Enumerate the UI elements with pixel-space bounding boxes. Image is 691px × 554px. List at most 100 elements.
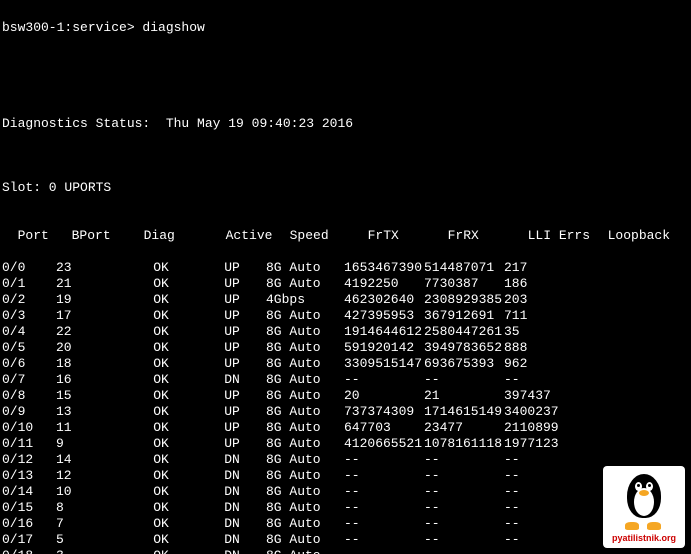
cell-lli: 888 (504, 340, 584, 356)
cell-lli: -- (504, 452, 584, 468)
cell-diag: OK (120, 420, 202, 436)
cell-frtx: 647703 (344, 420, 424, 436)
table-row: 0/121OKUP8G Auto41922507730387186 (2, 276, 689, 292)
blank-line (2, 52, 689, 68)
cell-diag: OK (120, 308, 202, 324)
cell-frrx: 21 (424, 388, 504, 404)
cell-bport: 22 (56, 324, 120, 340)
cell-active: UP (202, 388, 262, 404)
cell-speed: 8G Auto (262, 340, 344, 356)
cell-port: 0/0 (2, 260, 56, 276)
cell-bport: 5 (56, 532, 120, 548)
cell-active: UP (202, 308, 262, 324)
cell-speed: 8G Auto (262, 484, 344, 500)
cell-active: UP (202, 436, 262, 452)
cell-port: 0/5 (2, 340, 56, 356)
cell-diag: OK (120, 388, 202, 404)
cell-port: 0/9 (2, 404, 56, 420)
cell-lli: 3400237 (504, 404, 584, 420)
cell-frtx: -- (344, 372, 424, 388)
cell-frrx: -- (424, 468, 504, 484)
cell-port: 0/4 (2, 324, 56, 340)
cell-active: UP (202, 260, 262, 276)
cell-diag: OK (120, 260, 202, 276)
cell-diag: OK (120, 452, 202, 468)
cell-speed: 8G Auto (262, 388, 344, 404)
cell-lli: -- (504, 468, 584, 484)
watermark-text: pyatilistnik.org (612, 530, 676, 546)
cell-active: UP (202, 276, 262, 292)
cell-lli: 2110899 (504, 420, 584, 436)
cell-speed: 8G Auto (262, 436, 344, 452)
cell-speed: 8G Auto (262, 276, 344, 292)
slot-line: Slot: 0 UPORTS (2, 180, 689, 196)
hdr-lli: LLI Errs (528, 228, 608, 244)
cell-diag: OK (120, 532, 202, 548)
cell-bport: 23 (56, 260, 120, 276)
table-row: 0/219OKUP4Gbps4623026402308929385203 (2, 292, 689, 308)
cell-frrx: -- (424, 500, 504, 516)
cell-lli: 1977123 (504, 436, 584, 452)
cell-diag: OK (120, 548, 202, 554)
table-header: PortBPortDiagActiveSpeedFrTXFrRXLLI Errs… (2, 212, 689, 244)
cell-port: 0/8 (2, 388, 56, 404)
cell-bport: 13 (56, 404, 120, 420)
table-row: 0/183OKDN8G Auto------ (2, 548, 689, 554)
cell-speed: 8G Auto (262, 420, 344, 436)
cell-lli: 711 (504, 308, 584, 324)
cell-active: UP (202, 292, 262, 308)
cell-bport: 7 (56, 516, 120, 532)
cell-bport: 20 (56, 340, 120, 356)
cell-bport: 16 (56, 372, 120, 388)
cell-frtx: -- (344, 516, 424, 532)
cell-frtx: 20 (344, 388, 424, 404)
table-row: 0/1312OKDN8G Auto------ (2, 468, 689, 484)
cell-bport: 9 (56, 436, 120, 452)
cell-bport: 3 (56, 548, 120, 554)
cell-port: 0/14 (2, 484, 56, 500)
cell-active: DN (202, 484, 262, 500)
cell-active: DN (202, 372, 262, 388)
cell-bport: 19 (56, 292, 120, 308)
cell-frrx: -- (424, 516, 504, 532)
cell-frrx: -- (424, 484, 504, 500)
cell-lli: 35 (504, 324, 584, 340)
cell-diag: OK (120, 500, 202, 516)
cell-diag: OK (120, 404, 202, 420)
cell-active: UP (202, 404, 262, 420)
cell-frtx: 462302640 (344, 292, 424, 308)
table-row: 0/317OKUP8G Auto427395953367912691711 (2, 308, 689, 324)
cell-frrx: -- (424, 452, 504, 468)
cell-diag: OK (120, 356, 202, 372)
cell-frtx: 1653467390 (344, 260, 424, 276)
table-row: 0/618OKUP8G Auto3309515147693675393962 (2, 356, 689, 372)
cell-port: 0/2 (2, 292, 56, 308)
cell-lli: 962 (504, 356, 584, 372)
cell-diag: OK (120, 340, 202, 356)
cell-active: DN (202, 500, 262, 516)
cell-port: 0/17 (2, 532, 56, 548)
hdr-diag: Diag (136, 228, 226, 244)
cell-speed: 8G Auto (262, 532, 344, 548)
cell-bport: 12 (56, 468, 120, 484)
cell-speed: 8G Auto (262, 516, 344, 532)
cell-speed: 8G Auto (262, 404, 344, 420)
cell-port: 0/10 (2, 420, 56, 436)
cell-port: 0/12 (2, 452, 56, 468)
hdr-bport: BPort (72, 228, 136, 244)
cell-frrx: 367912691 (424, 308, 504, 324)
table-row: 0/023OKUP8G Auto1653467390514487071217 (2, 260, 689, 276)
table-row: 0/913OKUP8G Auto737374309171461514934002… (2, 404, 689, 420)
cell-frtx: 4192250 (344, 276, 424, 292)
cell-frtx: -- (344, 484, 424, 500)
cell-active: DN (202, 516, 262, 532)
hdr-frtx: FrTX (368, 228, 448, 244)
cell-frtx: 591920142 (344, 340, 424, 356)
cell-bport: 11 (56, 420, 120, 436)
cell-bport: 8 (56, 500, 120, 516)
cell-port: 0/13 (2, 468, 56, 484)
cell-bport: 21 (56, 276, 120, 292)
cell-diag: OK (120, 516, 202, 532)
cell-lli: -- (504, 484, 584, 500)
cell-speed: 8G Auto (262, 468, 344, 484)
